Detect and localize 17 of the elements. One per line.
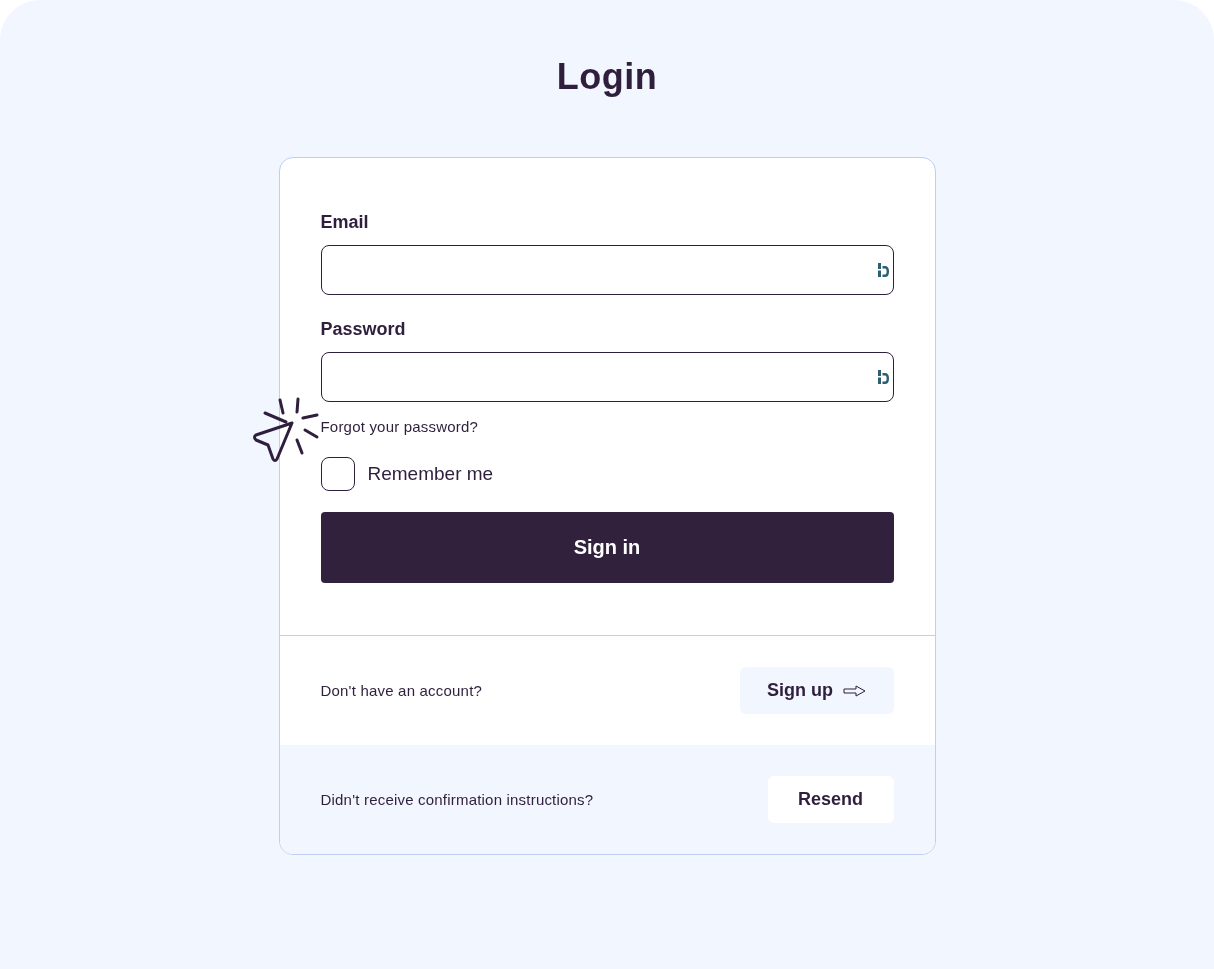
cursor-click-icon bbox=[251, 397, 320, 464]
field-label: Email bbox=[320, 211, 369, 233]
field-label: Password bbox=[320, 318, 406, 340]
remember-checkbox[interactable] bbox=[320, 457, 355, 491]
sign-up-button[interactable]: Sign up bbox=[739, 667, 894, 714]
autofill-icon[interactable] bbox=[877, 370, 889, 384]
signup-prompt: Don't have an account? bbox=[320, 681, 483, 700]
autofill-icon[interactable] bbox=[877, 263, 889, 277]
input-field[interactable] bbox=[320, 245, 894, 295]
resend-prompt: Didn't receive confirmation instructions? bbox=[320, 790, 594, 809]
page-title: Login bbox=[556, 55, 658, 99]
input-field[interactable] bbox=[320, 352, 894, 402]
resend-button[interactable]: Resend bbox=[767, 776, 894, 823]
remember-label: Remember me bbox=[367, 463, 494, 485]
arrow-right-icon bbox=[843, 684, 866, 697]
forgot-password-link[interactable]: Forgot your password? bbox=[320, 418, 479, 436]
sign-in-button[interactable]: Sign in bbox=[320, 512, 894, 583]
